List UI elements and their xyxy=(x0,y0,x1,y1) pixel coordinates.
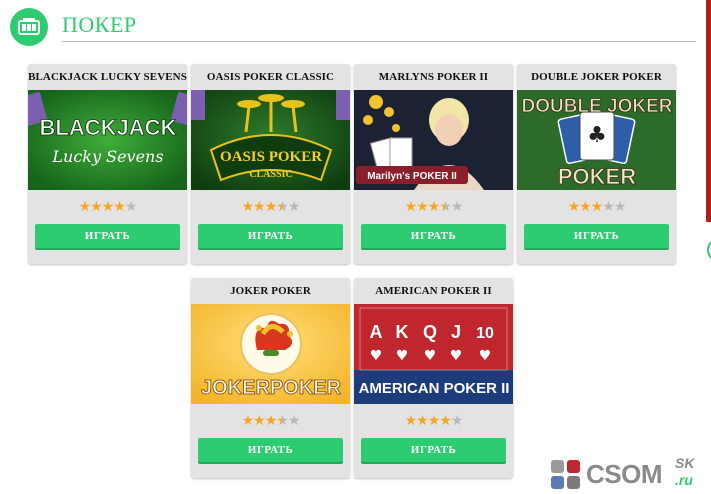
star-icon: ★ xyxy=(416,200,429,215)
watermark-logo: CSOM SK .ru xyxy=(551,455,711,491)
game-title: BLACKJACK LUCKY SEVENS xyxy=(28,71,187,83)
star-icon: ★ xyxy=(590,200,604,215)
star-icon: ★ xyxy=(90,200,103,215)
game-card[interactable]: JOKER POKER JOKERPOKER ★★★★★ ИГРАТЬ xyxy=(191,278,350,478)
play-button[interactable]: ИГРАТЬ xyxy=(198,438,343,462)
star-icon: ★ xyxy=(287,414,301,429)
star-icon: ★ xyxy=(264,200,278,215)
art-text: DOUBLE JOKER xyxy=(522,96,673,117)
art-text: BLACKJACK xyxy=(40,115,177,140)
art-text: J xyxy=(451,322,461,342)
star-icon: ★ xyxy=(124,200,138,215)
heart-icon: ♥ xyxy=(424,348,437,364)
game-card[interactable]: DOUBLE JOKER POKER ♣ DOUBLE JOKER POKER … xyxy=(517,64,676,264)
watermark-domain: .ru xyxy=(675,472,693,488)
art-text: 10 xyxy=(476,325,494,342)
game-title: JOKER POKER xyxy=(230,285,311,297)
star-icon: ★ xyxy=(602,200,615,215)
star-icon: ★ xyxy=(579,200,592,215)
star-icon: ★ xyxy=(450,414,464,429)
star-icon: ★ xyxy=(404,414,418,429)
logo-squares-icon xyxy=(551,460,580,489)
header-divider xyxy=(62,41,696,42)
art-text: POKER xyxy=(558,164,636,189)
art-text: K xyxy=(396,322,409,342)
rating-stars: ★★★★★ xyxy=(28,200,187,216)
game-title: AMERICAN POKER II xyxy=(375,285,492,297)
play-button[interactable]: ИГРАТЬ xyxy=(198,224,343,248)
art-text: A xyxy=(370,322,383,342)
art-text: CLASSIC xyxy=(249,169,292,180)
watermark-sub: SK xyxy=(675,455,695,471)
heart-icon: ♥ xyxy=(450,348,463,364)
game-card[interactable]: OASIS POKER CLASSIC OASIS POKER CLASSIC … xyxy=(191,64,350,264)
star-icon: ★ xyxy=(241,200,255,215)
star-icon: ★ xyxy=(264,414,278,429)
star-icon: ★ xyxy=(439,200,452,215)
side-banner[interactable] xyxy=(706,0,711,222)
star-icon: ★ xyxy=(613,200,627,215)
star-icon: ★ xyxy=(450,200,464,215)
game-title: DOUBLE JOKER POKER xyxy=(531,71,662,83)
star-icon: ★ xyxy=(253,414,266,429)
star-icon: ★ xyxy=(439,414,452,429)
star-icon: ★ xyxy=(78,200,92,215)
game-thumbnail[interactable]: Marilyn's POKER II xyxy=(354,90,513,190)
star-icon: ★ xyxy=(427,414,441,429)
game-title: OASIS POKER CLASSIC xyxy=(206,71,335,83)
star-icon: ★ xyxy=(113,200,126,215)
star-icon: ★ xyxy=(416,414,429,429)
rating-stars: ★★★★★ xyxy=(517,200,676,216)
side-circle-icon[interactable] xyxy=(707,238,711,262)
game-title: MARLYNS POKER II xyxy=(378,71,489,83)
rating-stars: ★★★★★ xyxy=(354,200,513,216)
star-icon: ★ xyxy=(567,200,581,215)
game-thumbnail[interactable]: OASIS POKER CLASSIC xyxy=(191,90,350,190)
page-title: ПОКЕР xyxy=(62,12,137,37)
art-text: Lucky Sevens xyxy=(51,147,163,166)
art-text: AMERICAN POKER II xyxy=(359,380,510,397)
play-button[interactable]: ИГРАТЬ xyxy=(361,438,506,462)
art-text: JOKERPOKER xyxy=(201,377,342,399)
rating-stars: ★★★★★ xyxy=(191,414,350,430)
art-text: Marilyn's POKER II xyxy=(367,171,457,182)
star-icon: ★ xyxy=(276,200,289,215)
game-thumbnail[interactable]: JOKERPOKER xyxy=(191,304,350,404)
star-icon: ★ xyxy=(427,200,441,215)
game-card[interactable]: BLACKJACK LUCKY SEVENS BLACKJACK Lucky S… xyxy=(28,64,187,264)
joker-icon: ♣ xyxy=(587,123,607,148)
star-icon: ★ xyxy=(287,200,301,215)
section-header: ПОКЕР xyxy=(10,6,696,46)
art-text: Q xyxy=(423,322,437,342)
heart-icon: ♥ xyxy=(370,348,383,364)
star-icon: ★ xyxy=(276,414,289,429)
heart-icon: ♥ xyxy=(396,348,409,364)
game-thumbnail[interactable]: ♣ DOUBLE JOKER POKER xyxy=(517,90,676,190)
rating-stars: ★★★★★ xyxy=(354,414,513,430)
play-button[interactable]: ИГРАТЬ xyxy=(361,224,506,248)
game-card[interactable]: AMERICAN POKER II A K Q J 10 ♥ ♥ ♥ ♥ ♥ A… xyxy=(354,278,513,478)
game-thumbnail[interactable]: BLACKJACK Lucky Sevens xyxy=(28,90,187,190)
play-button[interactable]: ИГРАТЬ xyxy=(524,224,669,248)
watermark-text: CSOM xyxy=(586,459,663,489)
game-thumbnail[interactable]: A K Q J 10 ♥ ♥ ♥ ♥ ♥ AMERICAN POKER II xyxy=(354,304,513,404)
game-card[interactable]: MARLYNS POKER II Marilyn's POKER II ★★★★… xyxy=(354,64,513,264)
rating-stars: ★★★★★ xyxy=(191,200,350,216)
star-icon: ★ xyxy=(241,414,255,429)
star-icon: ★ xyxy=(253,200,266,215)
play-button[interactable]: ИГРАТЬ xyxy=(35,224,180,248)
star-icon: ★ xyxy=(404,200,418,215)
star-icon: ★ xyxy=(101,200,115,215)
art-text: OASIS POKER xyxy=(220,149,322,165)
slot-machine-icon xyxy=(10,8,48,46)
heart-icon: ♥ xyxy=(479,348,492,364)
